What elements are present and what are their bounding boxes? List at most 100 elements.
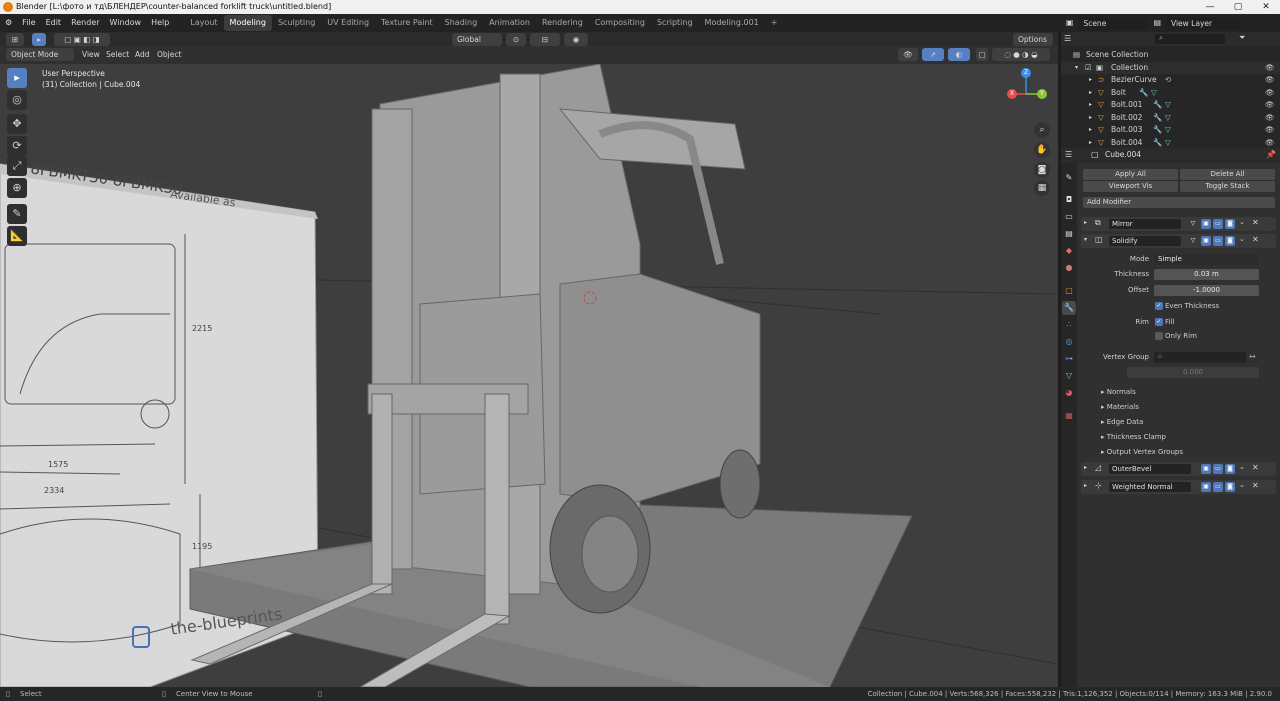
material-tab-icon[interactable]: ◕ xyxy=(1062,386,1076,400)
expand-arrow-icon[interactable]: ▸ xyxy=(1089,87,1092,100)
shading-modes-icons[interactable]: ◌ ● ◑ ◒ xyxy=(992,48,1050,61)
fill-checkbox[interactable]: ✓ xyxy=(1155,318,1163,326)
expand-arrow-icon[interactable]: ▸ xyxy=(1089,99,1092,112)
outliner-item[interactable]: ▸ ⊃ BezierCurve ⟲ 👁 xyxy=(1061,74,1280,87)
menu-help[interactable]: Help xyxy=(146,14,174,32)
pan-hand-icon[interactable]: ✋ xyxy=(1034,142,1050,158)
tab-animation[interactable]: Animation xyxy=(483,15,536,31)
eye-icon[interactable]: 👁 xyxy=(1265,112,1275,125)
render-display-icon[interactable]: ◙ xyxy=(1225,236,1235,246)
view-layer-tab-icon[interactable]: ▤ xyxy=(1062,227,1076,241)
subpanel-edge-data[interactable]: ▸ Edge Data xyxy=(1101,417,1143,427)
vertex-group-field[interactable]: ⁘ xyxy=(1154,352,1246,363)
outliner-scene-collection[interactable]: ▤ Scene Collection xyxy=(1061,49,1280,62)
delete-all-button[interactable]: Delete All xyxy=(1180,169,1275,180)
thickness-field[interactable]: 0.03 m xyxy=(1154,269,1259,280)
outliner-item[interactable]: ▸ ▽ Bolt 🔧 ▽ 👁 xyxy=(1061,87,1280,100)
eye-icon[interactable]: 👁 xyxy=(1265,74,1275,87)
proportional-edit-icon[interactable]: ◉ xyxy=(564,33,588,46)
minimize-button[interactable]: — xyxy=(1196,0,1224,14)
toggle-stack-button[interactable]: Toggle Stack xyxy=(1180,181,1275,192)
modifier-name-field[interactable]: Mirror xyxy=(1109,219,1181,229)
camera-icon[interactable]: ◙ xyxy=(1034,162,1050,178)
scene-tab-icon[interactable]: ◆ xyxy=(1062,244,1076,258)
edit-mode-icon[interactable]: ▣ xyxy=(1201,236,1211,246)
eye-icon[interactable]: 👁 xyxy=(1265,124,1275,137)
tab-scripting[interactable]: Scripting xyxy=(651,15,699,31)
transform-tool-icon[interactable]: ⊕ xyxy=(7,178,27,198)
modifier-tab-icon[interactable]: 🔧 xyxy=(1062,301,1076,315)
chevron-down-icon[interactable]: ⌄ xyxy=(1239,481,1245,489)
tool-tab-icon[interactable]: ✎ xyxy=(1062,171,1076,185)
subpanel-normals[interactable]: ▸ Normals xyxy=(1101,387,1136,397)
modifier-solidify[interactable]: ▾ ◫ Solidify ▽ ▣ ▭ ◙ ⌄ ✕ xyxy=(1081,234,1276,248)
eye-icon[interactable]: 👁 xyxy=(1265,62,1275,75)
outliner-search-input[interactable] xyxy=(1155,34,1225,44)
grid-view-icon[interactable]: ▦ xyxy=(1034,180,1050,196)
checkbox-icon[interactable]: ☑ xyxy=(1085,62,1092,75)
edit-mode-icon[interactable]: ▣ xyxy=(1201,482,1211,492)
remove-modifier-icon[interactable]: ✕ xyxy=(1252,481,1259,490)
outliner-editor-icon[interactable]: ☰ xyxy=(1064,33,1071,46)
edit-mode-icon[interactable]: ▣ xyxy=(1201,219,1211,229)
editor-type-icon[interactable]: ⊞ xyxy=(6,33,24,46)
move-tool-icon[interactable]: ✥ xyxy=(7,114,27,134)
expand-arrow-icon[interactable]: ▸ xyxy=(1089,124,1092,137)
particles-tab-icon[interactable]: ∴ xyxy=(1062,318,1076,332)
remove-modifier-icon[interactable]: ✕ xyxy=(1252,218,1259,227)
invert-icon[interactable]: ↔ xyxy=(1249,352,1256,361)
tab-rendering[interactable]: Rendering xyxy=(536,15,589,31)
outliner-item[interactable]: ▸ ▽ Bolt.002 🔧 ▽ 👁 xyxy=(1061,112,1280,125)
view-layer-selector[interactable]: View Layer xyxy=(1166,16,1240,30)
select-tool-icon[interactable]: ▸ xyxy=(7,68,27,88)
modifier-weighted-normal[interactable]: ▸ ⊹ Weighted Normal ▣ ▭ ◙ ⌄ ✕ xyxy=(1081,480,1276,494)
menu-select[interactable]: Select xyxy=(106,48,129,61)
world-tab-icon[interactable]: ● xyxy=(1062,261,1076,275)
cursor-tool-icon[interactable]: ◎ xyxy=(7,90,27,110)
subpanel-thickness-clamp[interactable]: ▸ Thickness Clamp xyxy=(1101,432,1166,442)
gizmo-toggle-icon[interactable]: ↗ xyxy=(922,48,944,61)
viewport-vis-button[interactable]: Viewport Vis xyxy=(1083,181,1178,192)
even-thickness-checkbox[interactable]: ✓ xyxy=(1155,302,1163,310)
eye-icon[interactable]: 👁 xyxy=(1265,99,1275,112)
modifier-name-field[interactable]: Solidify xyxy=(1109,236,1181,246)
modifier-name-field[interactable]: Weighted Normal xyxy=(1109,482,1191,492)
add-workspace-button[interactable]: + xyxy=(765,15,784,31)
subpanel-materials[interactable]: ▸ Materials xyxy=(1101,402,1139,412)
menu-render[interactable]: Render xyxy=(66,14,104,32)
expand-arrow-icon[interactable]: ▸ xyxy=(1084,482,1087,489)
select-box-icon[interactable]: ▸ xyxy=(32,33,46,46)
blender-menu-icon[interactable]: ⚙ xyxy=(0,14,17,32)
remove-modifier-icon[interactable]: ✕ xyxy=(1252,235,1259,244)
data-tab-icon[interactable]: ▽ xyxy=(1062,369,1076,383)
viewport-display-icon[interactable]: ▭ xyxy=(1213,464,1223,474)
tab-compositing[interactable]: Compositing xyxy=(589,15,651,31)
expand-arrow-icon[interactable]: ▾ xyxy=(1075,62,1078,75)
expand-arrow-icon[interactable]: ▸ xyxy=(1089,112,1092,125)
visibility-icon[interactable]: 👁 xyxy=(898,48,918,61)
scale-tool-icon[interactable]: ⤢ xyxy=(7,156,27,176)
chevron-down-icon[interactable]: ⌄ xyxy=(1239,218,1245,226)
physics-tab-icon[interactable]: ◎ xyxy=(1062,335,1076,349)
output-tab-icon[interactable]: ▭ xyxy=(1062,210,1076,224)
edit-mode-icon[interactable]: ▣ xyxy=(1201,464,1211,474)
tab-sculpting[interactable]: Sculpting xyxy=(272,15,321,31)
viewport-display-icon[interactable]: ▭ xyxy=(1213,236,1223,246)
edit-cage-icon[interactable]: ▽ xyxy=(1188,236,1198,246)
expand-arrow-icon[interactable]: ▸ xyxy=(1084,219,1087,226)
3d-viewport[interactable]: 8FBMKT30 8FBMK30 Available as 2215 1575 … xyxy=(0,64,1058,687)
subpanel-output-vertex-groups[interactable]: ▸ Output Vertex Groups xyxy=(1101,447,1183,457)
add-modifier-dropdown[interactable]: Add Modifier xyxy=(1083,197,1275,208)
render-tab-icon[interactable]: ◘ xyxy=(1062,193,1076,207)
expand-arrow-icon[interactable]: ▸ xyxy=(1089,74,1092,87)
overlays-toggle-icon[interactable]: ◐ xyxy=(948,48,970,61)
annotate-tool-icon[interactable]: ✎ xyxy=(7,204,27,224)
pivot-icon[interactable]: ⊙ xyxy=(506,33,526,46)
menu-add[interactable]: Add xyxy=(135,48,150,61)
object-mode-dropdown[interactable]: Object Mode xyxy=(6,48,74,61)
gizmo-x-axis[interactable]: X xyxy=(1007,89,1017,99)
remove-modifier-icon[interactable]: ✕ xyxy=(1252,463,1259,472)
select-mode-icons[interactable]: ▢ ▣ ◧ ◨ xyxy=(54,33,110,46)
maximize-button[interactable]: ▢ xyxy=(1224,0,1252,14)
filter-icon[interactable]: ⏷ xyxy=(1239,32,1245,45)
